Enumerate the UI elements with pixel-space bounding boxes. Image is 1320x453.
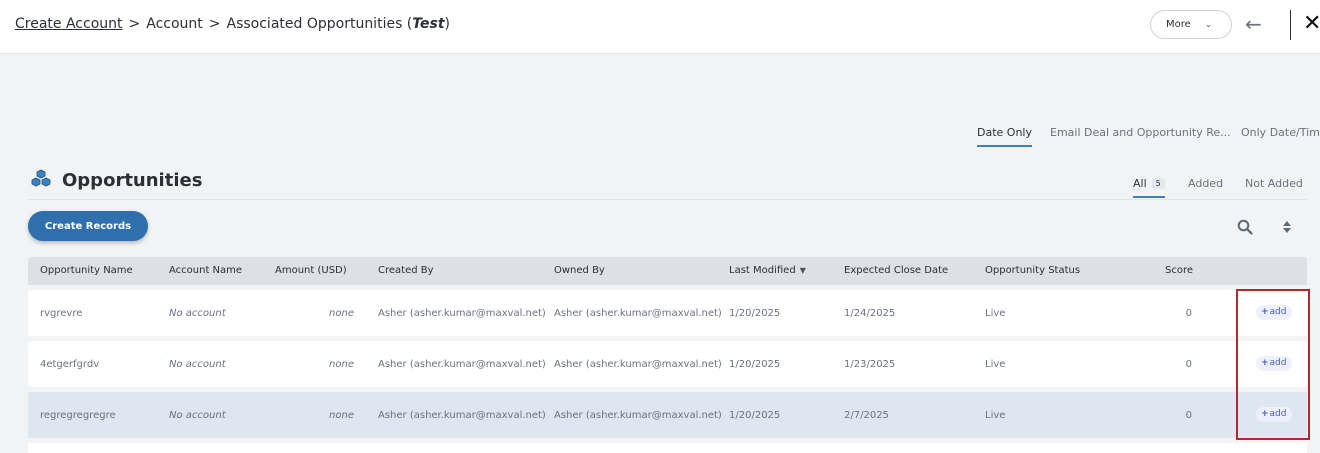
cell-last-modified: 1/20/2025 [729,308,781,319]
add-button[interactable]: +add [1256,407,1292,422]
more-button[interactable]: More ⌄ [1150,10,1232,39]
cell-amount: none [329,308,354,319]
column-header-owned-by[interactable]: Owned By [554,265,605,276]
tab-email-deal[interactable]: Email Deal and Opportunity Re... [1050,126,1231,145]
breadcrumb-context: Test [412,16,445,32]
cell-owned-by: Asher (asher.kumar@maxval.net) [554,410,722,421]
cell-created-by: Asher (asher.kumar@maxval.net) [378,308,546,319]
breadcrumb-create-account[interactable]: Create Account [15,16,123,32]
filter-tab-added[interactable]: Added [1188,177,1223,196]
column-header-expected-close-date[interactable]: Expected Close Date [844,265,948,276]
cell-owned-by: Asher (asher.kumar@maxval.net) [554,308,722,319]
count-badge: 5 [1151,178,1165,189]
plus-icon: + [1261,307,1269,317]
cell-account-name: No account [169,359,226,370]
plus-icon: + [1261,358,1269,368]
section-title: Opportunities [62,170,203,191]
cell-created-by: Asher (asher.kumar@maxval.net) [378,359,546,370]
table-row-partial [28,443,1307,453]
opportunities-table: Opportunity Name Account Name Amount (US… [28,257,1307,438]
cell-account-name: No account [169,410,226,421]
close-icon[interactable]: ✕ [1303,11,1320,37]
filter-tab-not-added[interactable]: Not Added [1245,177,1303,196]
chevron-down-icon: ⌄ [1204,19,1213,30]
cubes-icon [31,169,51,187]
section-divider [28,199,1307,200]
breadcrumb-close-paren: ) [444,16,451,32]
cell-amount: none [329,359,354,370]
cell-opportunity-name[interactable]: rvgrevre [40,308,82,319]
column-header-opportunity-status[interactable]: Opportunity Status [985,265,1080,276]
cell-last-modified: 1/20/2025 [729,359,781,370]
column-header-last-modified[interactable]: Last Modified ▼ [729,265,806,276]
column-header-opportunity-name[interactable]: Opportunity Name [40,265,133,276]
cell-account-name: No account [169,308,226,319]
sort-desc-icon: ▼ [799,266,806,275]
cell-opportunity-status: Live [985,308,1006,319]
add-label: add [1269,358,1287,368]
arrow-left-icon[interactable]: ← [1245,13,1267,35]
tab-only-date-time[interactable]: Only Date/Time [1241,126,1320,145]
cell-amount: none [329,410,354,421]
cell-score: 0 [1185,410,1192,421]
breadcrumb-separator: > [128,16,141,32]
column-header-created-by[interactable]: Created By [378,265,434,276]
cell-opportunity-status: Live [985,410,1006,421]
breadcrumb: Create Account > Account > Associated Opport… [15,16,450,32]
cell-expected-close-date: 1/23/2025 [844,359,896,370]
add-button[interactable]: +add [1256,356,1292,371]
column-header-account-name[interactable]: Account Name [169,265,242,276]
cell-opportunity-status: Live [985,359,1006,370]
more-label: More [1166,19,1191,30]
column-header-last-modified-label: Last Modified [729,265,796,276]
column-header-amount[interactable]: Amount (USD) [275,265,347,276]
plus-icon: + [1261,409,1269,419]
add-label: add [1269,409,1287,419]
cell-expected-close-date: 1/24/2025 [844,308,896,319]
filter-tab-all[interactable]: All 5 [1133,177,1165,198]
search-icon[interactable] [1237,219,1253,235]
table-row[interactable]: regregregregre No account none Asher (as… [28,392,1307,438]
add-button[interactable]: +add [1256,305,1292,320]
cell-score: 0 [1185,359,1192,370]
cell-created-by: Asher (asher.kumar@maxval.net) [378,410,546,421]
add-label: add [1269,307,1287,317]
tab-date-only[interactable]: Date Only [977,126,1032,147]
column-header-score[interactable]: Score [1165,265,1193,276]
table-row[interactable]: 4etgerfgrdv No account none Asher (asher… [28,341,1307,387]
table-header: Opportunity Name Account Name Amount (US… [28,257,1307,285]
top-bar: Create Account > Account > Associated Opport… [0,0,1320,54]
breadcrumb-current: Associated Opportunities ( [226,16,413,32]
cell-expected-close-date: 2/7/2025 [844,410,889,421]
cell-score: 0 [1185,308,1192,319]
table-row[interactable]: rvgrevre No account none Asher (asher.ku… [28,290,1307,336]
cell-last-modified: 1/20/2025 [729,410,781,421]
breadcrumb-separator: > [208,16,221,32]
cell-owned-by: Asher (asher.kumar@maxval.net) [554,359,722,370]
sort-icon[interactable] [1282,220,1292,234]
breadcrumb-account[interactable]: Account [146,16,203,32]
filter-tab-all-label: All [1133,177,1147,190]
create-records-button[interactable]: Create Records [28,211,148,241]
cell-opportunity-name[interactable]: regregregregre [40,410,116,421]
cell-opportunity-name[interactable]: 4etgerfgrdv [40,359,99,370]
header-divider [1290,10,1291,40]
